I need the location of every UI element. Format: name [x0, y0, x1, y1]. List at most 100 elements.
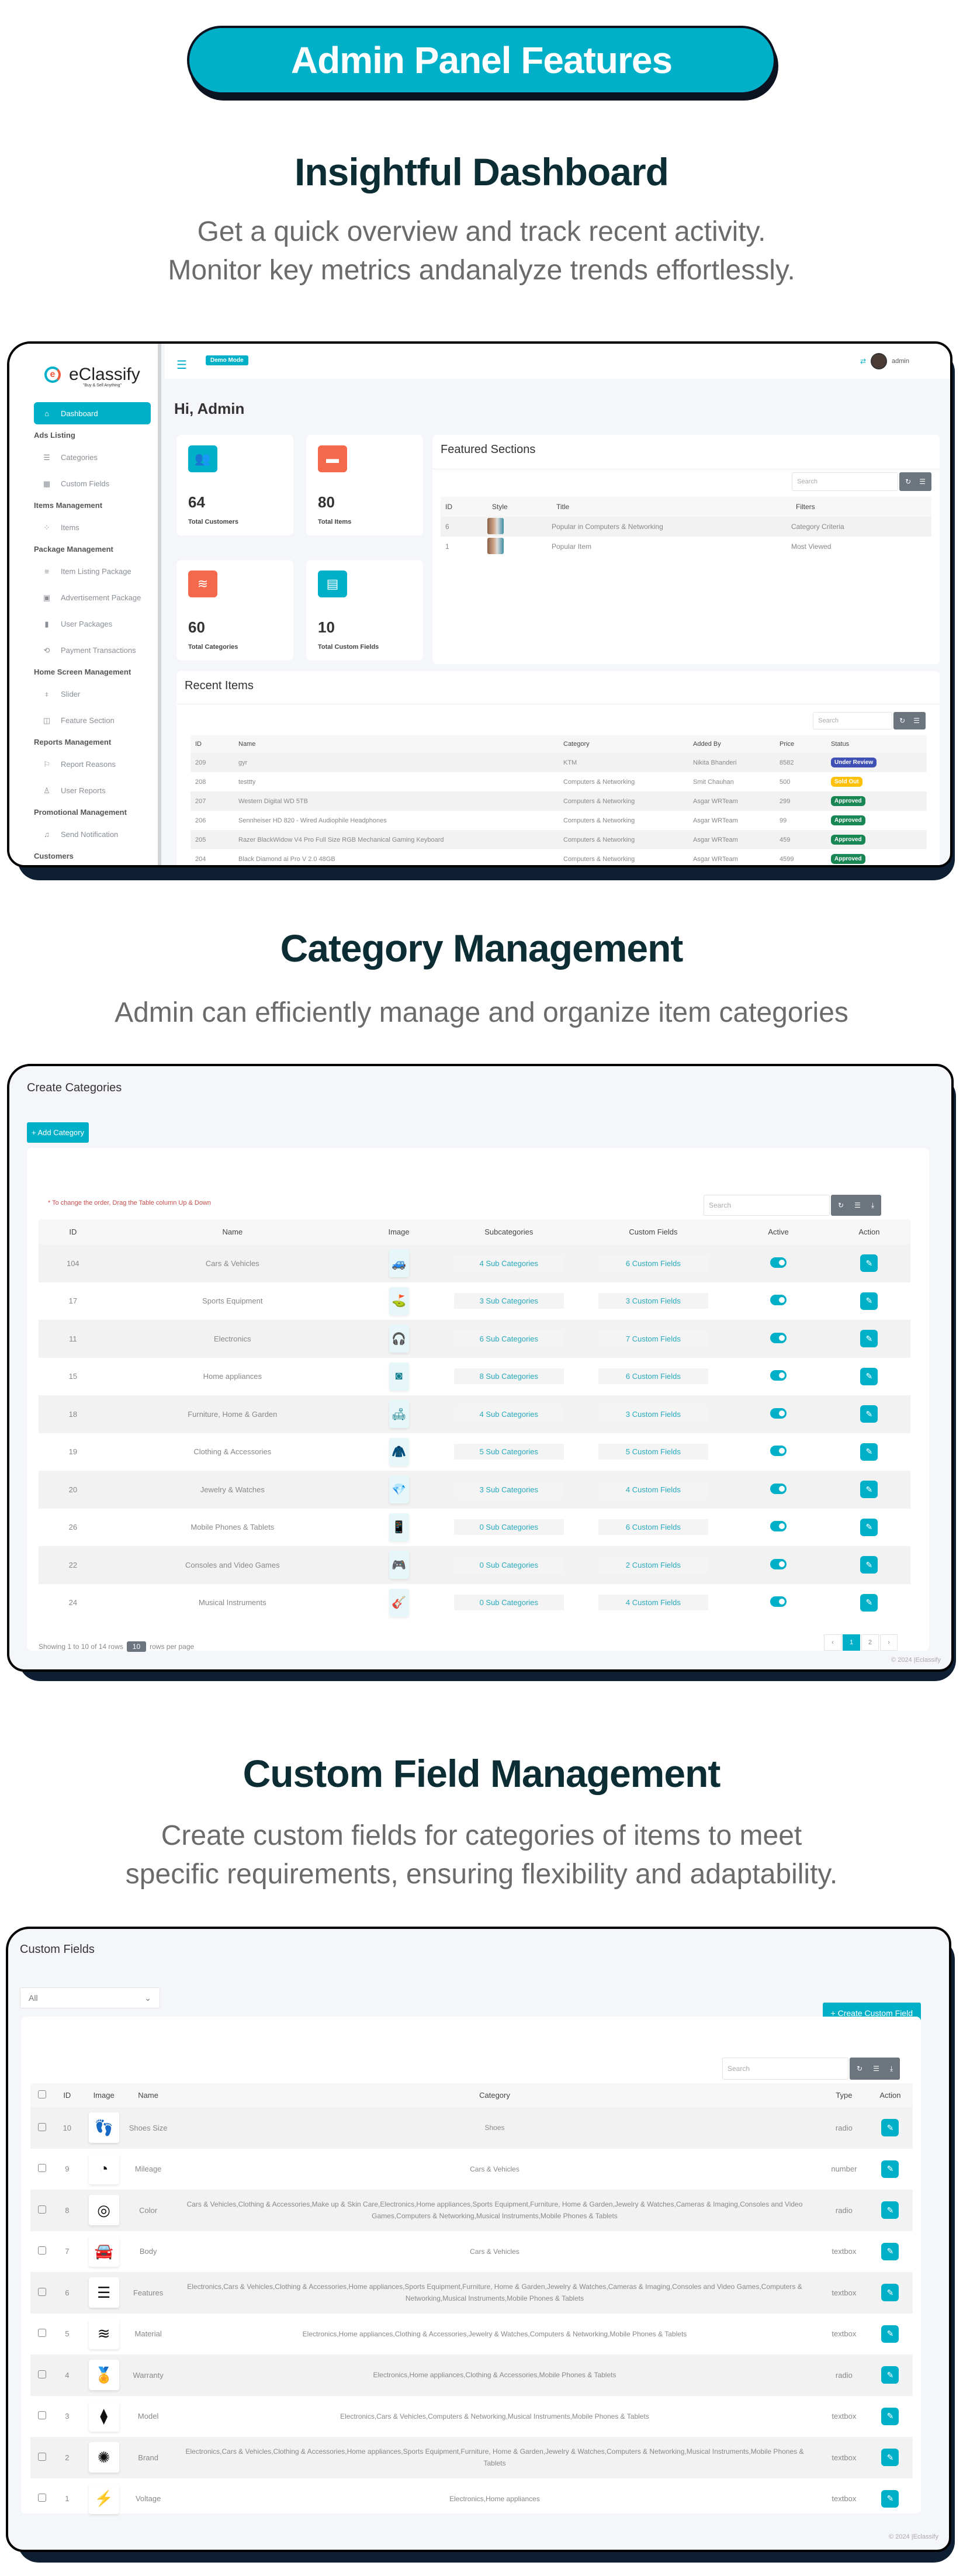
sidebar-item-report-reasons[interactable]: ⚐ Report Reasons: [34, 751, 151, 777]
row-checkbox[interactable]: [38, 2370, 47, 2378]
edit-icon[interactable]: ✎: [881, 2201, 899, 2219]
refresh-icon[interactable]: ↻: [899, 717, 905, 725]
edit-icon[interactable]: ✎: [881, 2366, 899, 2384]
table-row[interactable]: 6 Popular in Computers & Networking Cate…: [441, 517, 931, 537]
edit-icon[interactable]: ✎: [881, 2160, 899, 2178]
row-checkbox[interactable]: [38, 2452, 47, 2461]
download-icon[interactable]: ⤓: [871, 1201, 874, 1210]
column-header[interactable]: Subcategories: [440, 1219, 578, 1244]
edit-icon[interactable]: ✎: [881, 2489, 899, 2508]
subcategories-link[interactable]: 5 Sub Categories: [453, 1444, 564, 1460]
sidebar-item-items[interactable]: ⁘ Items: [34, 514, 151, 541]
translate-icon[interactable]: ⇄: [860, 357, 866, 365]
row-checkbox[interactable]: [38, 2411, 47, 2420]
active-toggle[interactable]: [770, 1558, 787, 1569]
sidebar-item-item-listing-package[interactable]: ≡ Item Listing Package: [34, 558, 151, 585]
column-header[interactable]: Image: [357, 1219, 441, 1244]
subcategories-link[interactable]: 3 Sub Categories: [453, 1293, 564, 1309]
column-header[interactable]: Name: [127, 2083, 169, 2107]
column-header[interactable]: Custom Fields: [577, 1219, 729, 1244]
edit-icon[interactable]: ✎: [860, 1405, 878, 1423]
custom-fields-link[interactable]: 2 Custom Fields: [598, 1557, 708, 1573]
sidebar-item-user-packages[interactable]: ▮ User Packages: [34, 611, 151, 637]
custom-fields-link[interactable]: 4 Custom Fields: [598, 1481, 708, 1498]
add-category-button[interactable]: + Add Category: [27, 1122, 89, 1143]
page-button[interactable]: 2: [861, 1634, 879, 1651]
custom-fields-link[interactable]: 4 Custom Fields: [598, 1595, 708, 1611]
edit-icon[interactable]: ✎: [881, 2284, 899, 2302]
edit-icon[interactable]: ✎: [860, 1556, 878, 1574]
table-row[interactable]: 15 Home appliances ◙ 8 Sub Categories 6 …: [39, 1358, 910, 1396]
column-header[interactable]: Type: [820, 2083, 868, 2107]
table-row[interactable]: 7 🚘 Body Cars & Vehicles textbox ✎: [30, 2231, 913, 2273]
table-row[interactable]: 17 Sports Equipment ⛳ 3 Sub Categories 3…: [39, 1282, 910, 1320]
columns-icon[interactable]: ☰: [854, 1201, 861, 1209]
page-button[interactable]: 1: [843, 1634, 860, 1651]
refresh-icon[interactable]: ↻: [905, 478, 911, 486]
edit-icon[interactable]: ✎: [881, 2407, 899, 2425]
custom-fields-link[interactable]: 6 Custom Fields: [598, 1255, 708, 1271]
table-row[interactable]: 3 ⧫ Model Electronics,Cars & Vehicles,Co…: [30, 2396, 913, 2437]
table-row[interactable]: 22 Consoles and Video Games 🎮 0 Sub Cate…: [39, 1546, 910, 1584]
row-checkbox[interactable]: [38, 2164, 47, 2173]
active-toggle[interactable]: [770, 1446, 787, 1457]
subcategories-link[interactable]: 8 Sub Categories: [453, 1368, 564, 1385]
table-row[interactable]: 209 gyr KTM Nikita Bhanderi 8582 Under R…: [190, 753, 927, 772]
active-toggle[interactable]: [770, 1596, 787, 1607]
edit-icon[interactable]: ✎: [881, 2242, 899, 2260]
download-icon[interactable]: ⤓: [890, 2065, 893, 2073]
subcategories-link[interactable]: 3 Sub Categories: [453, 1481, 564, 1498]
active-toggle[interactable]: [770, 1408, 787, 1419]
table-row[interactable]: 11 Electronics 🎧 6 Sub Categories 7 Cust…: [39, 1320, 910, 1358]
edit-icon[interactable]: ✎: [860, 1518, 878, 1536]
row-checkbox[interactable]: [38, 2329, 47, 2338]
next-page-button[interactable]: ›: [880, 1634, 898, 1651]
table-row[interactable]: 104 Cars & Vehicles 🚙 4 Sub Categories 6…: [39, 1244, 910, 1282]
column-header[interactable]: ID: [39, 1219, 108, 1244]
sidebar-item-feature-section[interactable]: ◫ Feature Section: [34, 707, 151, 734]
subcategories-link[interactable]: 6 Sub Categories: [453, 1330, 564, 1347]
columns-icon[interactable]: ☰: [913, 717, 920, 725]
search-input[interactable]: Search: [813, 712, 893, 729]
column-header[interactable]: Category: [169, 2083, 820, 2107]
column-header[interactable]: Status: [826, 735, 927, 753]
row-checkbox[interactable]: [38, 2122, 47, 2131]
column-header[interactable]: ID: [54, 2083, 81, 2107]
subcategories-link[interactable]: 0 Sub Categories: [453, 1557, 564, 1573]
active-toggle[interactable]: [770, 1295, 787, 1306]
column-header[interactable]: Action: [827, 1219, 910, 1244]
table-row[interactable]: 205 Razer BlackWidow V4 Pro Full Size RG…: [190, 830, 927, 849]
row-checkbox[interactable]: [38, 2205, 47, 2214]
column-header[interactable]: Name: [107, 1219, 358, 1244]
hamburger-menu-icon[interactable]: ☰: [176, 358, 187, 372]
column-header[interactable]: ID: [441, 497, 487, 517]
column-header[interactable]: Title: [552, 497, 791, 517]
sidebar-item-user-reports[interactable]: ♙ User Reports: [34, 777, 151, 804]
edit-icon[interactable]: ✎: [860, 1292, 878, 1310]
column-header[interactable]: Filters: [791, 497, 931, 517]
custom-fields-link[interactable]: 3 Custom Fields: [598, 1406, 708, 1422]
edit-icon[interactable]: ✎: [860, 1593, 878, 1612]
active-toggle[interactable]: [770, 1370, 787, 1381]
refresh-icon[interactable]: ↻: [857, 2065, 862, 2073]
table-row[interactable]: 2 ✺ Brand Electronics,Cars & Vehicles,Cl…: [30, 2437, 913, 2478]
table-row[interactable]: 19 Clothing & Accessories 🧥 5 Sub Catego…: [39, 1433, 910, 1471]
edit-icon[interactable]: ✎: [860, 1330, 878, 1348]
avatar[interactable]: [871, 353, 888, 369]
edit-icon[interactable]: ✎: [860, 1481, 878, 1499]
active-toggle[interactable]: [770, 1257, 787, 1268]
search-input[interactable]: Search: [704, 1195, 830, 1216]
edit-icon[interactable]: ✎: [860, 1254, 878, 1273]
active-toggle[interactable]: [770, 1332, 787, 1343]
column-header[interactable]: Category: [559, 735, 688, 753]
column-header[interactable]: Style: [487, 497, 552, 517]
column-header[interactable]: Image: [80, 2083, 128, 2107]
search-input[interactable]: Search: [792, 472, 899, 491]
column-header[interactable]: ID: [190, 735, 234, 753]
row-checkbox[interactable]: [38, 2246, 47, 2255]
subcategories-link[interactable]: 4 Sub Categories: [453, 1255, 564, 1271]
table-row[interactable]: 1 Popular Item Most Viewed: [441, 537, 931, 556]
table-row[interactable]: 204 Black Diamond ai Pro V 2.0 48GB Comp…: [190, 849, 927, 865]
table-row[interactable]: 6 ☰ Features Electronics,Cars & Vehicles…: [30, 2272, 913, 2314]
column-header[interactable]: Price: [775, 735, 826, 753]
